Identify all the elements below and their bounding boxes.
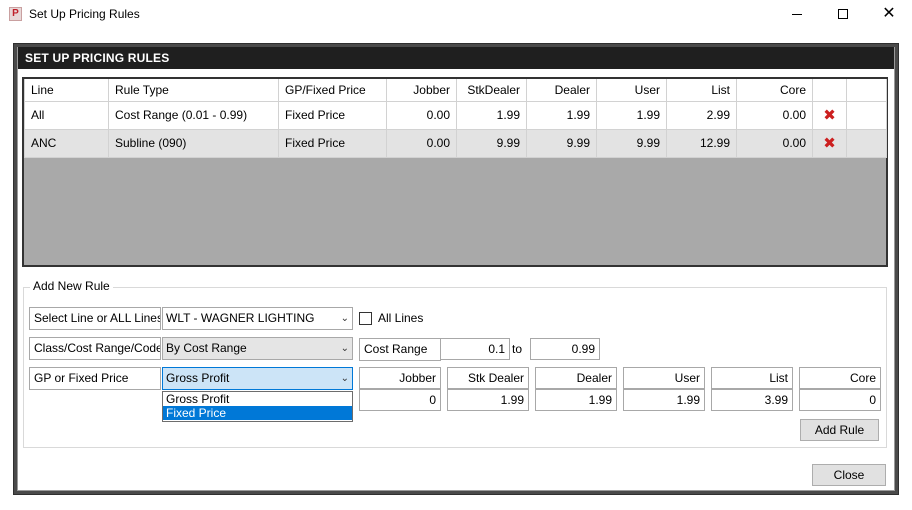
cell-user[interactable]: 9.99	[596, 128, 667, 158]
cell-filler	[846, 100, 887, 130]
delete-row-button[interactable]: ✖	[812, 128, 847, 158]
panel-header: SET UP PRICING RULES	[18, 47, 894, 69]
to-label: to	[512, 342, 523, 356]
jobber-header: Jobber	[359, 367, 441, 389]
col-header-line[interactable]: Line	[24, 79, 109, 102]
table-row[interactable]: ANC Subline (090) Fixed Price 0.00 9.99 …	[24, 128, 887, 158]
chevron-down-icon: ⌄	[340, 343, 349, 354]
minimize-button[interactable]	[774, 0, 820, 28]
cell-jobber[interactable]: 0.00	[386, 128, 457, 158]
cell-rule-type[interactable]: Subline (090)	[108, 128, 279, 158]
col-header-dealer[interactable]: Dealer	[526, 79, 597, 102]
gp-fixed-price-dropdown: Gross Profit Fixed Price	[162, 391, 353, 422]
window-title: Set Up Pricing Rules	[29, 7, 140, 21]
delete-x-icon[interactable]: ✖	[823, 107, 836, 124]
stk-dealer-input[interactable]: 1.99	[447, 389, 529, 411]
col-header-stkdealer[interactable]: StkDealer	[456, 79, 527, 102]
cell-core[interactable]: 0.00	[736, 128, 813, 158]
app-icon: P	[9, 7, 22, 21]
gp-fixed-price-select[interactable]: Gross Profit ⌄	[162, 367, 353, 390]
dropdown-option-gross-profit[interactable]: Gross Profit	[163, 392, 352, 406]
all-lines-checkbox[interactable]	[359, 312, 372, 325]
dealer-input[interactable]: 1.99	[535, 389, 617, 411]
user-header: User	[623, 367, 705, 389]
cost-range-label: Cost Range	[359, 338, 441, 361]
core-header: Core	[799, 367, 881, 389]
class-cost-range-value: By Cost Range	[166, 341, 247, 355]
col-header-jobber[interactable]: Jobber	[386, 79, 457, 102]
gp-fixed-price-value: Gross Profit	[166, 371, 230, 385]
cell-filler	[846, 128, 887, 158]
core-input[interactable]: 0	[799, 389, 881, 411]
cell-list[interactable]: 2.99	[666, 100, 737, 130]
cell-rule-type[interactable]: Cost Range (0.01 - 0.99)	[108, 100, 279, 130]
close-button[interactable]: Close	[812, 464, 886, 486]
col-header-list[interactable]: List	[666, 79, 737, 102]
cell-dealer[interactable]: 9.99	[526, 128, 597, 158]
cost-range-from-input[interactable]: 0.1	[440, 338, 510, 360]
close-icon: ✕	[882, 5, 896, 22]
minimize-icon	[792, 13, 802, 15]
maximize-icon	[838, 9, 848, 19]
class-cost-range-label: Class/Cost Range/Code	[29, 337, 161, 360]
cell-line[interactable]: ANC	[24, 128, 109, 158]
col-header-rule-type[interactable]: Rule Type	[108, 79, 279, 102]
cell-dealer[interactable]: 1.99	[526, 100, 597, 130]
stk-dealer-header: Stk Dealer	[447, 367, 529, 389]
maximize-button[interactable]	[820, 0, 866, 28]
gp-fixed-price-label: GP or Fixed Price	[29, 367, 161, 390]
user-input[interactable]: 1.99	[623, 389, 705, 411]
cell-user[interactable]: 1.99	[596, 100, 667, 130]
table-row[interactable]: All Cost Range (0.01 - 0.99) Fixed Price…	[24, 100, 887, 130]
close-window-button[interactable]: ✕	[866, 0, 912, 28]
list-input[interactable]: 3.99	[711, 389, 793, 411]
col-header-core[interactable]: Core	[736, 79, 813, 102]
class-cost-range-select[interactable]: By Cost Range ⌄	[162, 337, 353, 360]
jobber-input[interactable]: 0	[359, 389, 441, 411]
dealer-header: Dealer	[535, 367, 617, 389]
grid-header-row: Line Rule Type GP/Fixed Price Jobber Stk…	[24, 79, 887, 102]
add-rule-button[interactable]: Add Rule	[800, 419, 879, 441]
delete-x-icon[interactable]: ✖	[823, 135, 836, 152]
delete-row-button[interactable]: ✖	[812, 100, 847, 130]
cell-stkdealer[interactable]: 1.99	[456, 100, 527, 130]
pricing-rules-grid: Line Rule Type GP/Fixed Price Jobber Stk…	[22, 77, 888, 267]
cell-core[interactable]: 0.00	[736, 100, 813, 130]
list-header: List	[711, 367, 793, 389]
cell-list[interactable]: 12.99	[666, 128, 737, 158]
cell-stkdealer[interactable]: 9.99	[456, 128, 527, 158]
cell-jobber[interactable]: 0.00	[386, 100, 457, 130]
add-new-rule-legend: Add New Rule	[30, 279, 113, 293]
col-header-gp-fixed[interactable]: GP/Fixed Price	[278, 79, 387, 102]
line-select[interactable]: WLT - WAGNER LIGHTING ⌄	[162, 307, 353, 330]
all-lines-label[interactable]: All Lines	[378, 311, 423, 325]
col-header-delete	[812, 79, 847, 102]
col-header-filler	[846, 79, 887, 102]
chevron-down-icon: ⌄	[340, 373, 349, 384]
dropdown-option-fixed-price[interactable]: Fixed Price	[163, 406, 352, 420]
title-bar: P Set Up Pricing Rules ✕	[0, 0, 912, 28]
cell-gp-fixed[interactable]: Fixed Price	[278, 128, 387, 158]
line-select-value: WLT - WAGNER LIGHTING	[166, 311, 315, 325]
cost-range-to-input[interactable]: 0.99	[530, 338, 600, 360]
chevron-down-icon: ⌄	[340, 313, 349, 324]
col-header-user[interactable]: User	[596, 79, 667, 102]
cell-line[interactable]: All	[24, 100, 109, 130]
cell-gp-fixed[interactable]: Fixed Price	[278, 100, 387, 130]
select-line-label: Select Line or ALL Lines	[29, 307, 161, 330]
